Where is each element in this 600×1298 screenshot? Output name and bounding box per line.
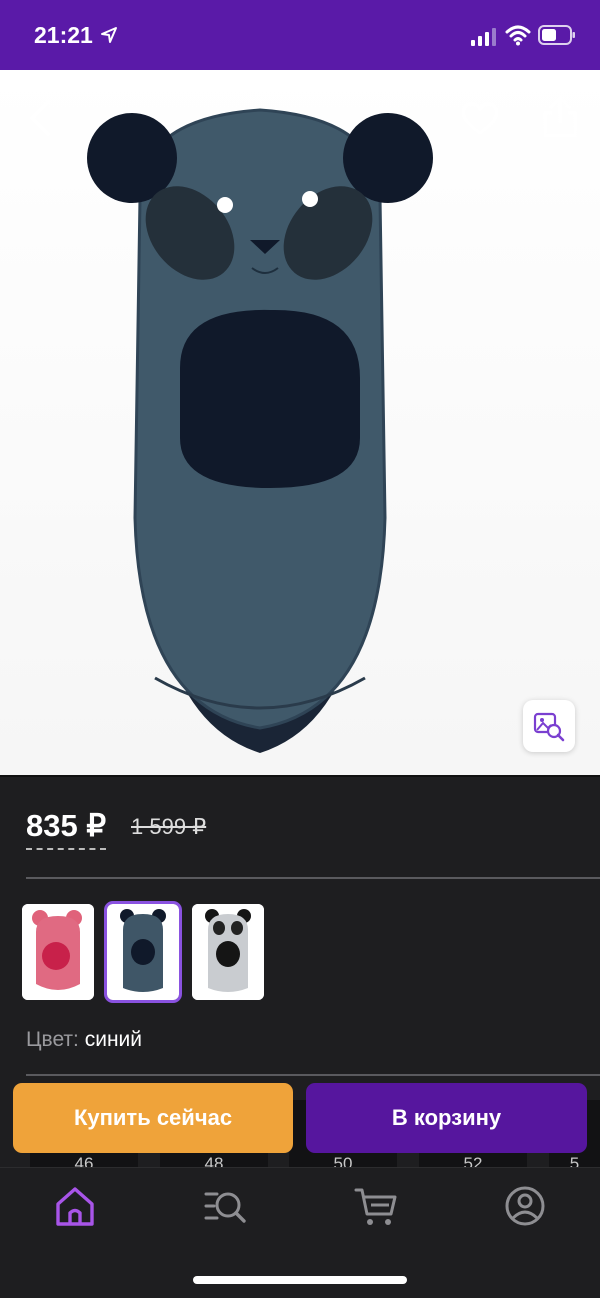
- wifi-icon: [505, 25, 531, 46]
- divider: [26, 1074, 600, 1076]
- old-price: 1 599 ₽: [131, 814, 207, 839]
- color-swatch-grey[interactable]: [192, 904, 264, 1000]
- cart-icon[interactable]: [354, 1184, 398, 1228]
- color-swatch-pink[interactable]: [22, 904, 94, 1000]
- add-to-cart-button[interactable]: В корзину: [306, 1083, 587, 1153]
- heart-icon[interactable]: [460, 100, 500, 136]
- status-time: 21:21: [34, 22, 93, 48]
- home-icon[interactable]: [53, 1184, 97, 1228]
- visual-search-button[interactable]: [523, 700, 575, 752]
- cellular-signal-icon: [471, 28, 496, 46]
- swatch-thumbnail-blue: [107, 904, 179, 1000]
- color-label: Цвет:: [26, 1028, 79, 1051]
- location-arrow-icon: [101, 27, 117, 43]
- status-bar: 21:21: [0, 0, 600, 70]
- divider: [26, 877, 600, 879]
- swatch-thumbnail-grey: [192, 904, 264, 1000]
- color-value: синий: [84, 1028, 143, 1051]
- product-image-gallery[interactable]: [0, 70, 600, 775]
- share-icon[interactable]: [540, 94, 580, 140]
- catalog-search-icon[interactable]: [203, 1184, 247, 1228]
- battery-icon: [538, 25, 575, 45]
- buy-now-button[interactable]: Купить сейчас: [13, 1083, 293, 1153]
- selected-color: Цвет: синий: [26, 1028, 142, 1052]
- product-photo-balaclava: [87, 108, 433, 753]
- home-indicator: [193, 1276, 407, 1284]
- back-chevron-icon[interactable]: [22, 98, 58, 138]
- swatch-thumbnail-pink: [22, 904, 94, 1000]
- hero-divider: [0, 775, 600, 777]
- visual-search-icon: [533, 712, 565, 742]
- current-price[interactable]: 835 ₽: [26, 808, 107, 850]
- profile-icon[interactable]: [503, 1184, 547, 1228]
- color-swatch-blue[interactable]: [104, 901, 182, 1003]
